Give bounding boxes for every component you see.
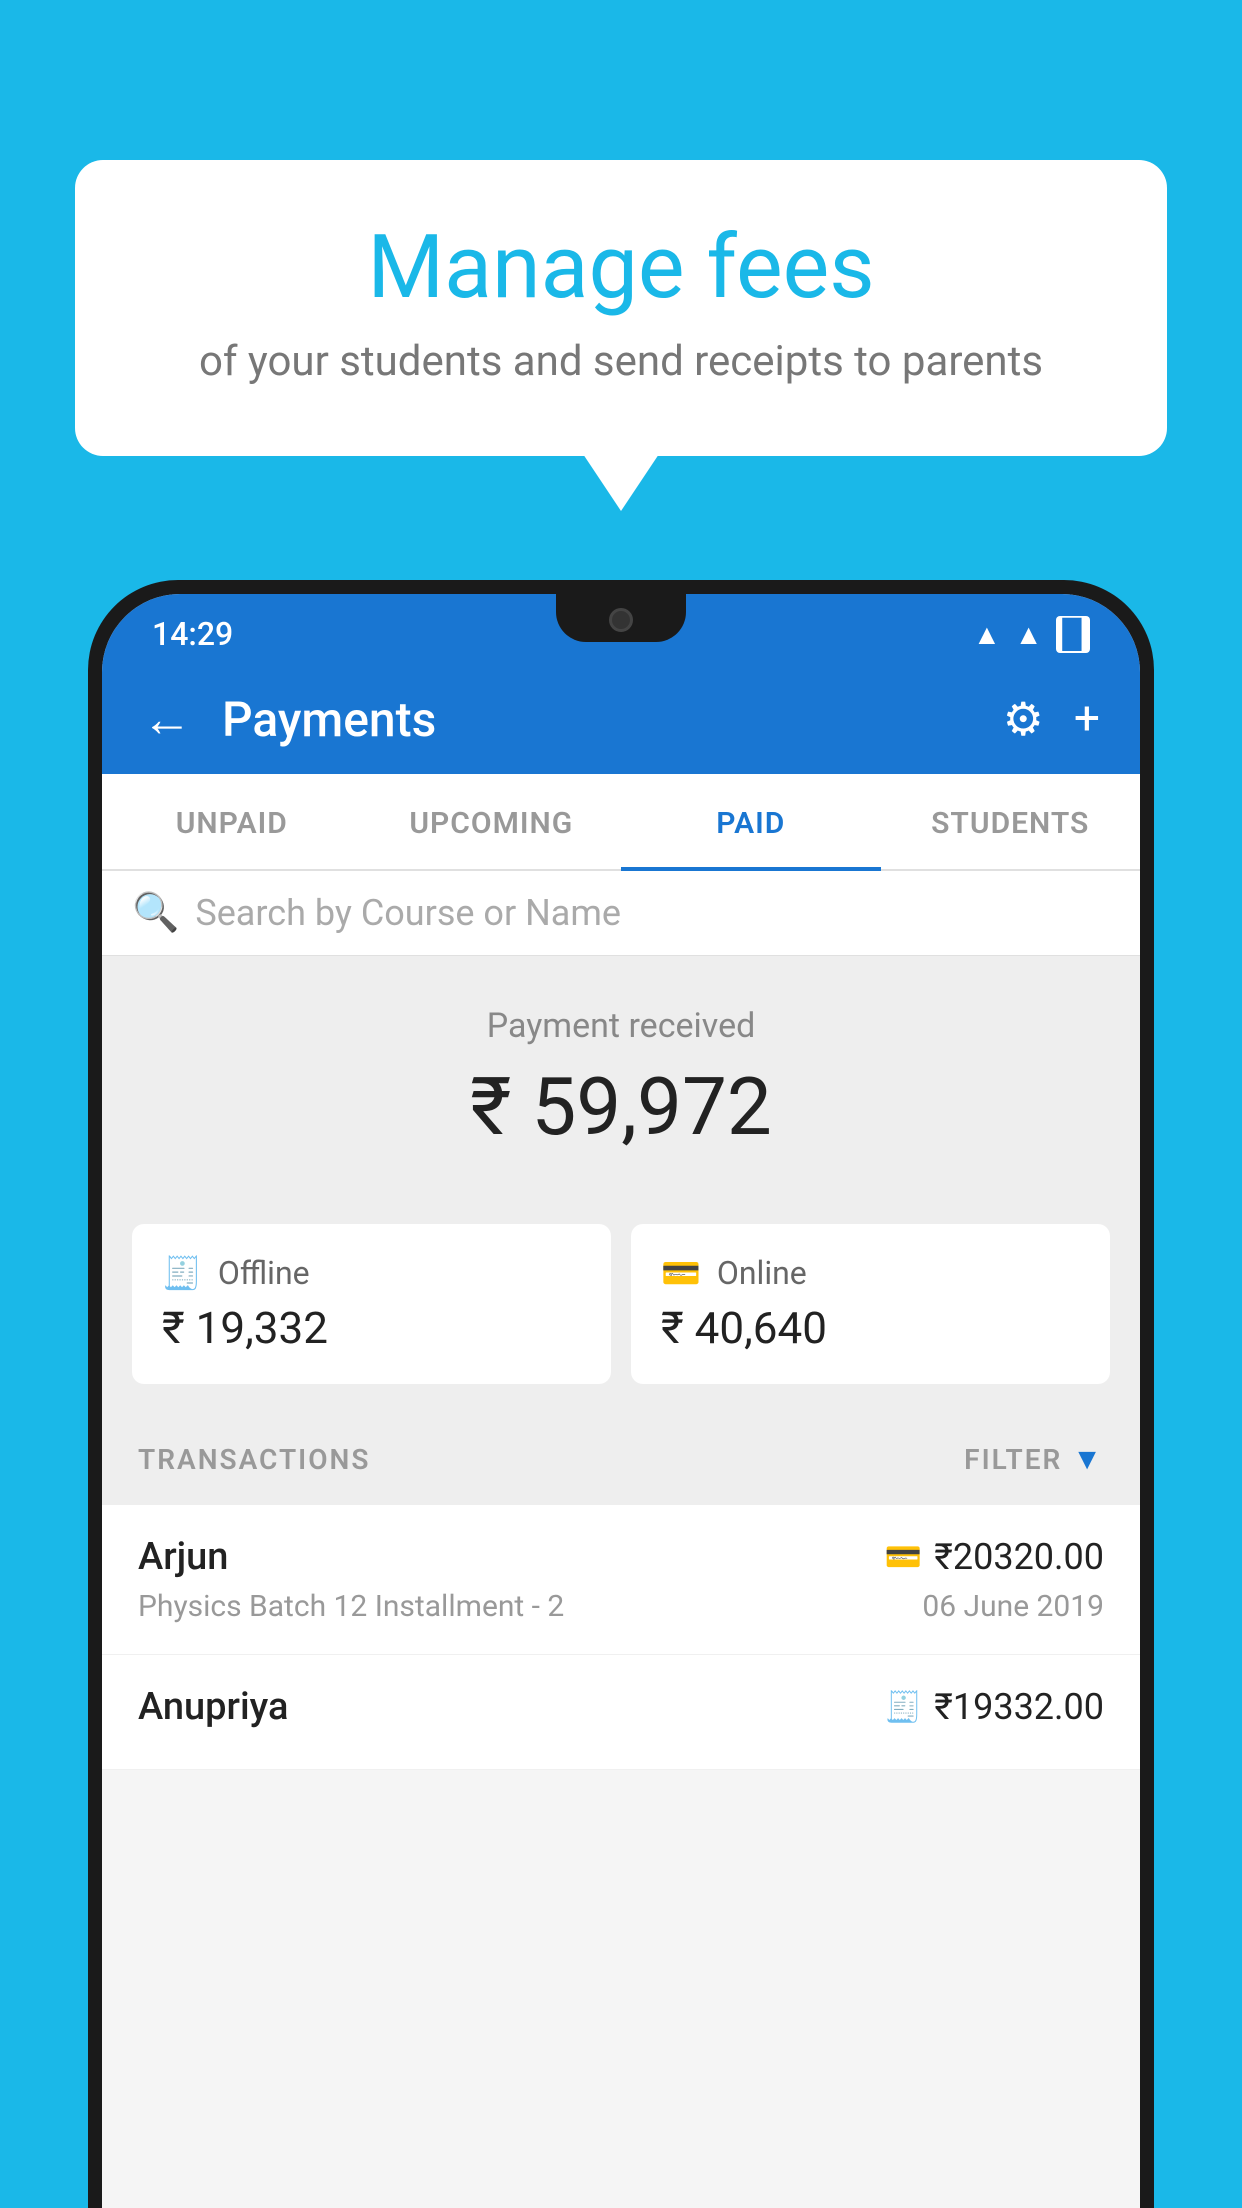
online-icon: 💳: [661, 1254, 701, 1292]
online-label: Online: [717, 1254, 807, 1292]
phone-frame: 14:29 ▲ ▲ ▉ ← Payments ⚙ + UNPAID UPCOMI…: [88, 580, 1154, 2208]
online-amount: ₹ 40,640: [661, 1302, 1080, 1354]
tab-paid[interactable]: PAID: [621, 774, 881, 869]
tab-upcoming[interactable]: UPCOMING: [362, 774, 622, 869]
payment-type-icon: 🧾: [885, 1690, 922, 1725]
tab-unpaid[interactable]: UNPAID: [102, 774, 362, 869]
settings-icon[interactable]: ⚙: [1003, 692, 1044, 747]
search-icon: 🔍: [132, 891, 179, 935]
status-icons: ▲ ▲ ▉: [973, 616, 1090, 653]
transaction-name: Anupriya: [138, 1685, 288, 1729]
search-input[interactable]: Search by Course or Name: [195, 892, 621, 934]
tabs-bar: UNPAID UPCOMING PAID STUDENTS: [102, 774, 1140, 871]
add-button[interactable]: +: [1074, 692, 1100, 746]
payment-received-section: Payment received ₹ 59,972: [102, 956, 1140, 1194]
phone-notch: [556, 594, 686, 642]
payment-received-amount: ₹ 59,972: [102, 1060, 1140, 1154]
filter-label: FILTER: [964, 1443, 1062, 1476]
transaction-amount-wrap: 💳 ₹20320.00: [885, 1536, 1104, 1578]
front-camera: [609, 608, 633, 632]
search-bar[interactable]: 🔍 Search by Course or Name: [102, 871, 1140, 956]
app-bar-title: Payments: [222, 691, 973, 748]
transactions-label: TRANSACTIONS: [138, 1443, 370, 1476]
payment-type-icon: 💳: [885, 1540, 922, 1575]
phone-screen: 14:29 ▲ ▲ ▉ ← Payments ⚙ + UNPAID UPCOMI…: [102, 594, 1140, 2208]
back-button[interactable]: ←: [142, 690, 192, 749]
transaction-row[interactable]: Anupriya 🧾 ₹19332.00: [102, 1655, 1140, 1770]
transaction-row[interactable]: Arjun 💳 ₹20320.00 Physics Batch 12 Insta…: [102, 1505, 1140, 1655]
transactions-header: TRANSACTIONS FILTER ▼: [102, 1414, 1140, 1505]
status-time: 14:29: [152, 615, 233, 653]
speech-bubble: Manage fees of your students and send re…: [75, 160, 1167, 456]
filter-icon: ▼: [1072, 1442, 1104, 1477]
offline-card: 🧾 Offline ₹ 19,332: [132, 1224, 611, 1384]
bubble-subtitle: of your students and send receipts to pa…: [155, 337, 1087, 386]
transaction-amount-wrap: 🧾 ₹19332.00: [885, 1686, 1104, 1728]
offline-amount: ₹ 19,332: [162, 1302, 581, 1354]
transaction-date: 06 June 2019: [922, 1589, 1104, 1624]
battery-icon: ▉: [1056, 616, 1090, 653]
transaction-amount: ₹19332.00: [934, 1686, 1104, 1728]
bubble-title: Manage fees: [155, 220, 1087, 317]
tab-students[interactable]: STUDENTS: [881, 774, 1141, 869]
transaction-amount: ₹20320.00: [934, 1536, 1104, 1578]
app-bar: ← Payments ⚙ +: [102, 664, 1140, 774]
signal-icon: ▲: [1015, 618, 1043, 651]
payment-cards-row: 🧾 Offline ₹ 19,332 💳 Online ₹ 40,640: [102, 1194, 1140, 1414]
filter-button[interactable]: FILTER ▼: [964, 1442, 1104, 1477]
online-card: 💳 Online ₹ 40,640: [631, 1224, 1110, 1384]
offline-icon: 🧾: [162, 1254, 202, 1292]
transaction-name: Arjun: [138, 1535, 228, 1579]
transaction-desc: Physics Batch 12 Installment - 2: [138, 1589, 564, 1624]
wifi-icon: ▲: [973, 618, 1001, 651]
offline-label: Offline: [218, 1254, 310, 1292]
payment-received-label: Payment received: [102, 1006, 1140, 1046]
